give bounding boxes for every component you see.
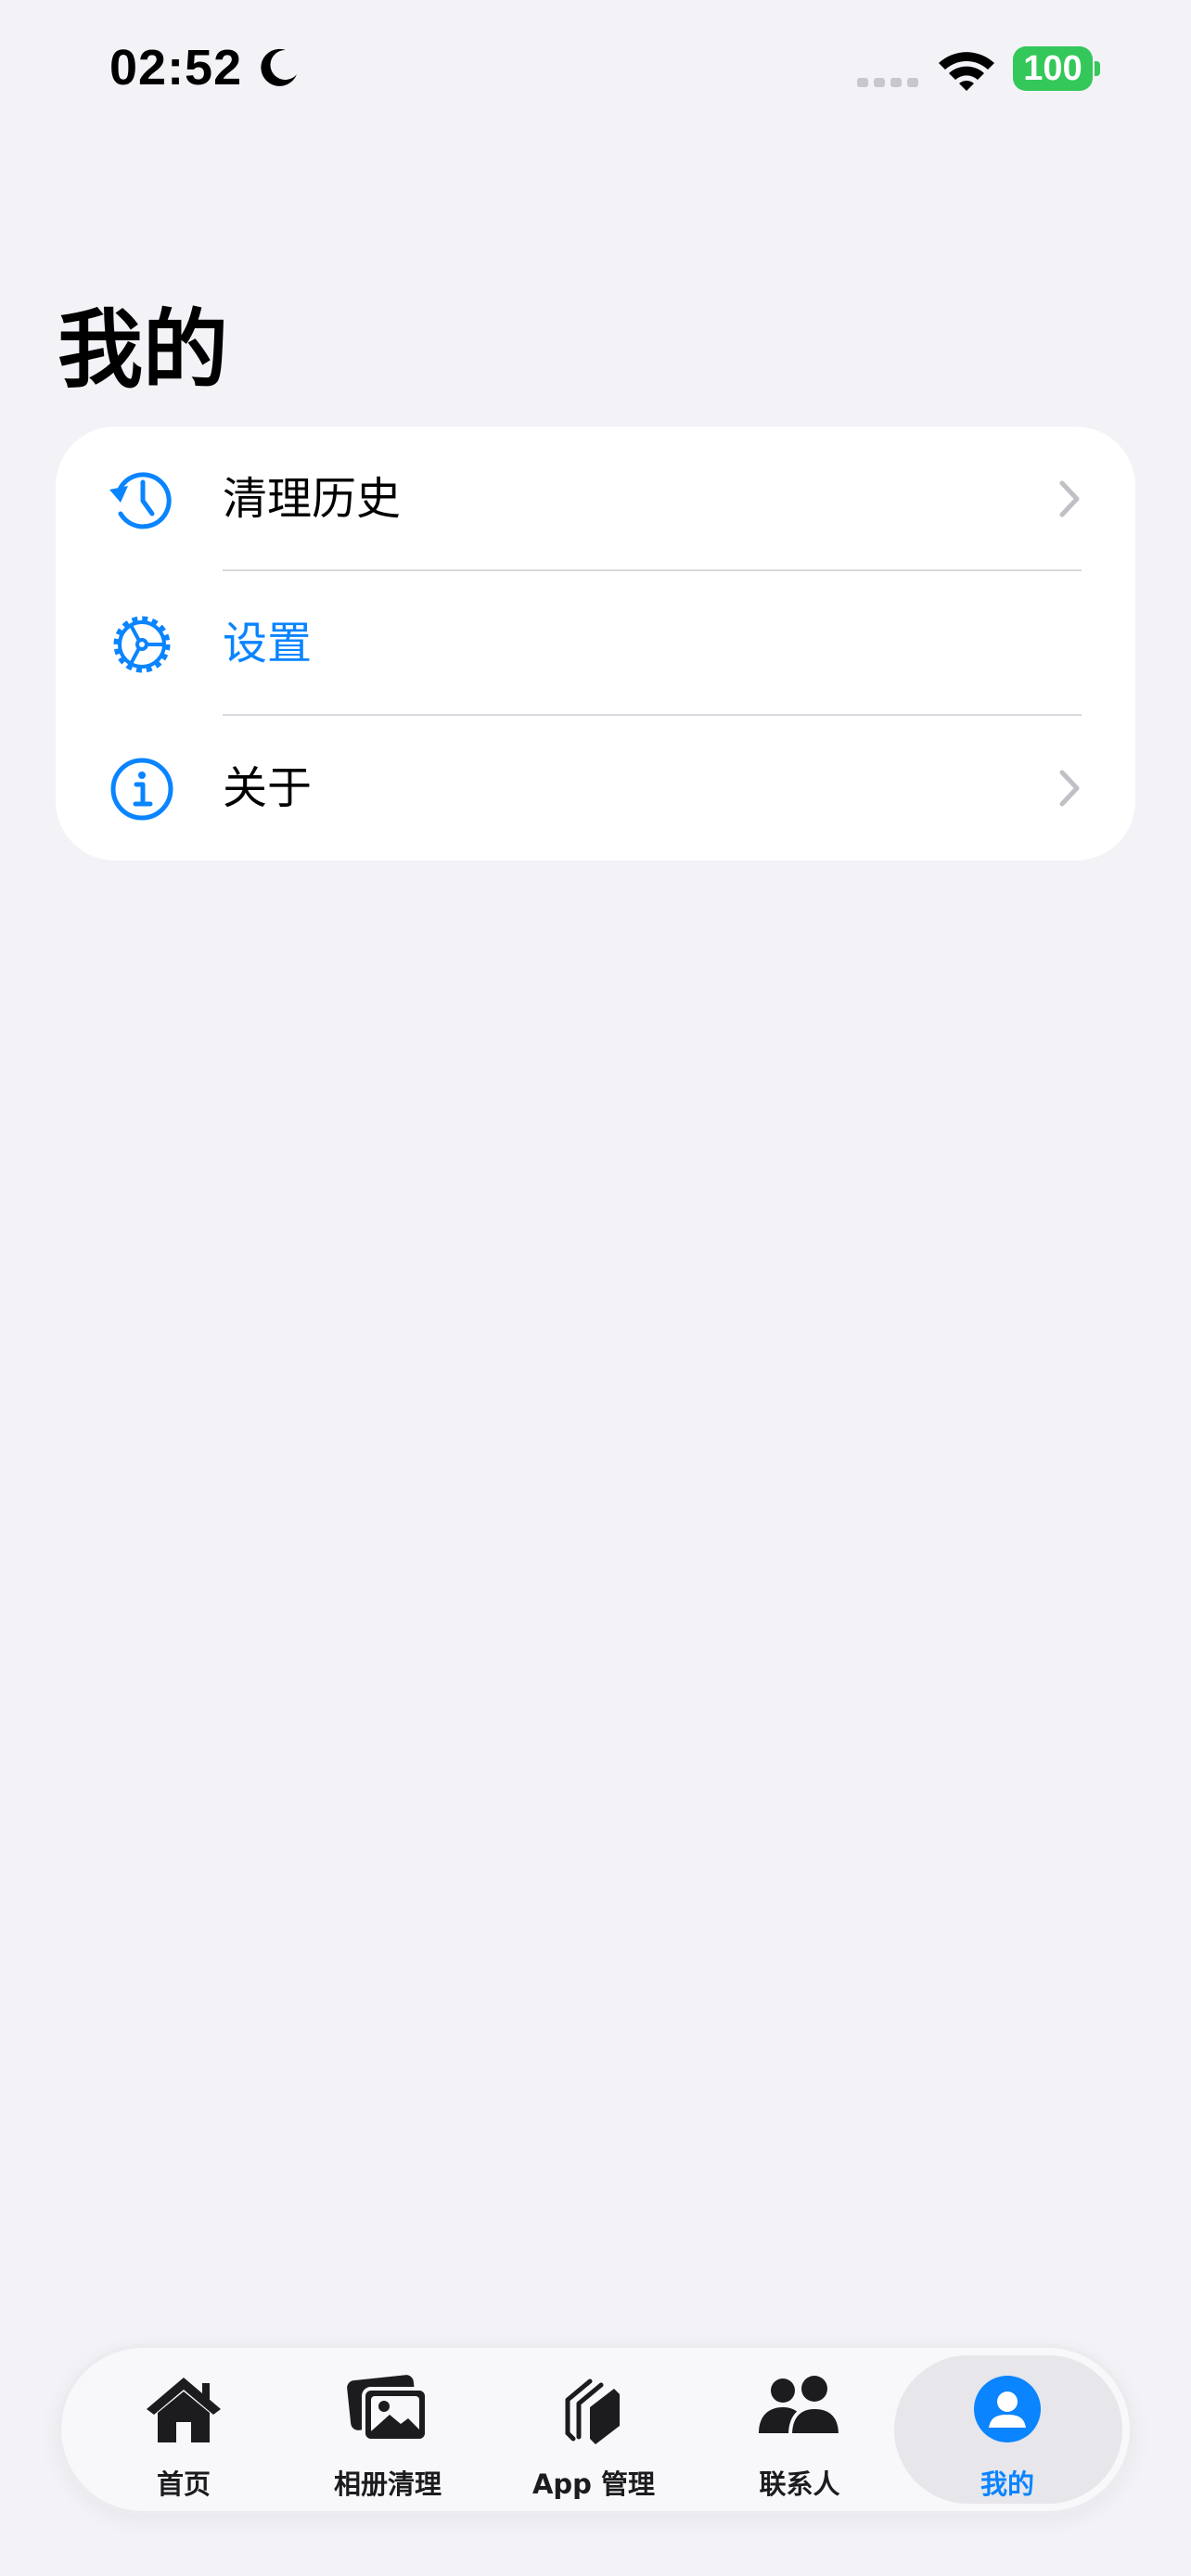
- tab-label: 相册清理: [333, 2468, 442, 2500]
- photos-icon: [347, 2375, 429, 2442]
- tab-profile[interactable]: 我的: [905, 2344, 1109, 2515]
- cellular-signal-icon: [857, 78, 918, 87]
- status-bar: 02:52 100: [0, 0, 1191, 139]
- status-time: 02:52: [109, 40, 243, 96]
- apps-icon: [565, 2378, 620, 2444]
- menu-item-about[interactable]: 关于: [56, 716, 1135, 861]
- menu-card: 清理历史 设置 关于: [56, 427, 1135, 861]
- gear-icon: [113, 616, 171, 673]
- tab-label: 联系人: [759, 2468, 840, 2500]
- tab-home[interactable]: 首页: [82, 2344, 286, 2515]
- history-icon: [109, 472, 172, 529]
- menu-item-cleanup-history[interactable]: 清理历史: [56, 427, 1135, 571]
- battery-indicator: 100: [1013, 46, 1102, 91]
- menu-item-label: 设置: [223, 618, 313, 670]
- chevron-right-icon: [1059, 480, 1080, 517]
- tab-contacts[interactable]: 联系人: [698, 2344, 902, 2515]
- home-icon: [147, 2378, 221, 2442]
- tab-photo-cleanup[interactable]: 相册清理: [286, 2344, 490, 2515]
- tab-bar: 首页 相册清理 App 管理 联系人 我的: [58, 2344, 1133, 2515]
- battery-tip: [1095, 61, 1100, 76]
- tab-label: 首页: [156, 2468, 211, 2500]
- contacts-icon: [759, 2376, 843, 2437]
- menu-item-settings[interactable]: 设置: [56, 571, 1135, 716]
- info-icon: [110, 758, 173, 821]
- battery-level: 100: [1013, 46, 1093, 91]
- tab-label: 我的: [980, 2468, 1034, 2500]
- page-title: 我的: [58, 300, 229, 400]
- profile-icon: [974, 2376, 1041, 2442]
- chevron-right-icon: [1059, 770, 1080, 807]
- menu-item-label: 清理历史: [223, 473, 402, 525]
- moon-icon: [261, 48, 297, 86]
- tab-label: App 管理: [531, 2468, 656, 2500]
- tab-app-management[interactable]: App 管理: [492, 2344, 696, 2515]
- wifi-icon: [939, 52, 994, 91]
- menu-item-label: 关于: [223, 762, 313, 814]
